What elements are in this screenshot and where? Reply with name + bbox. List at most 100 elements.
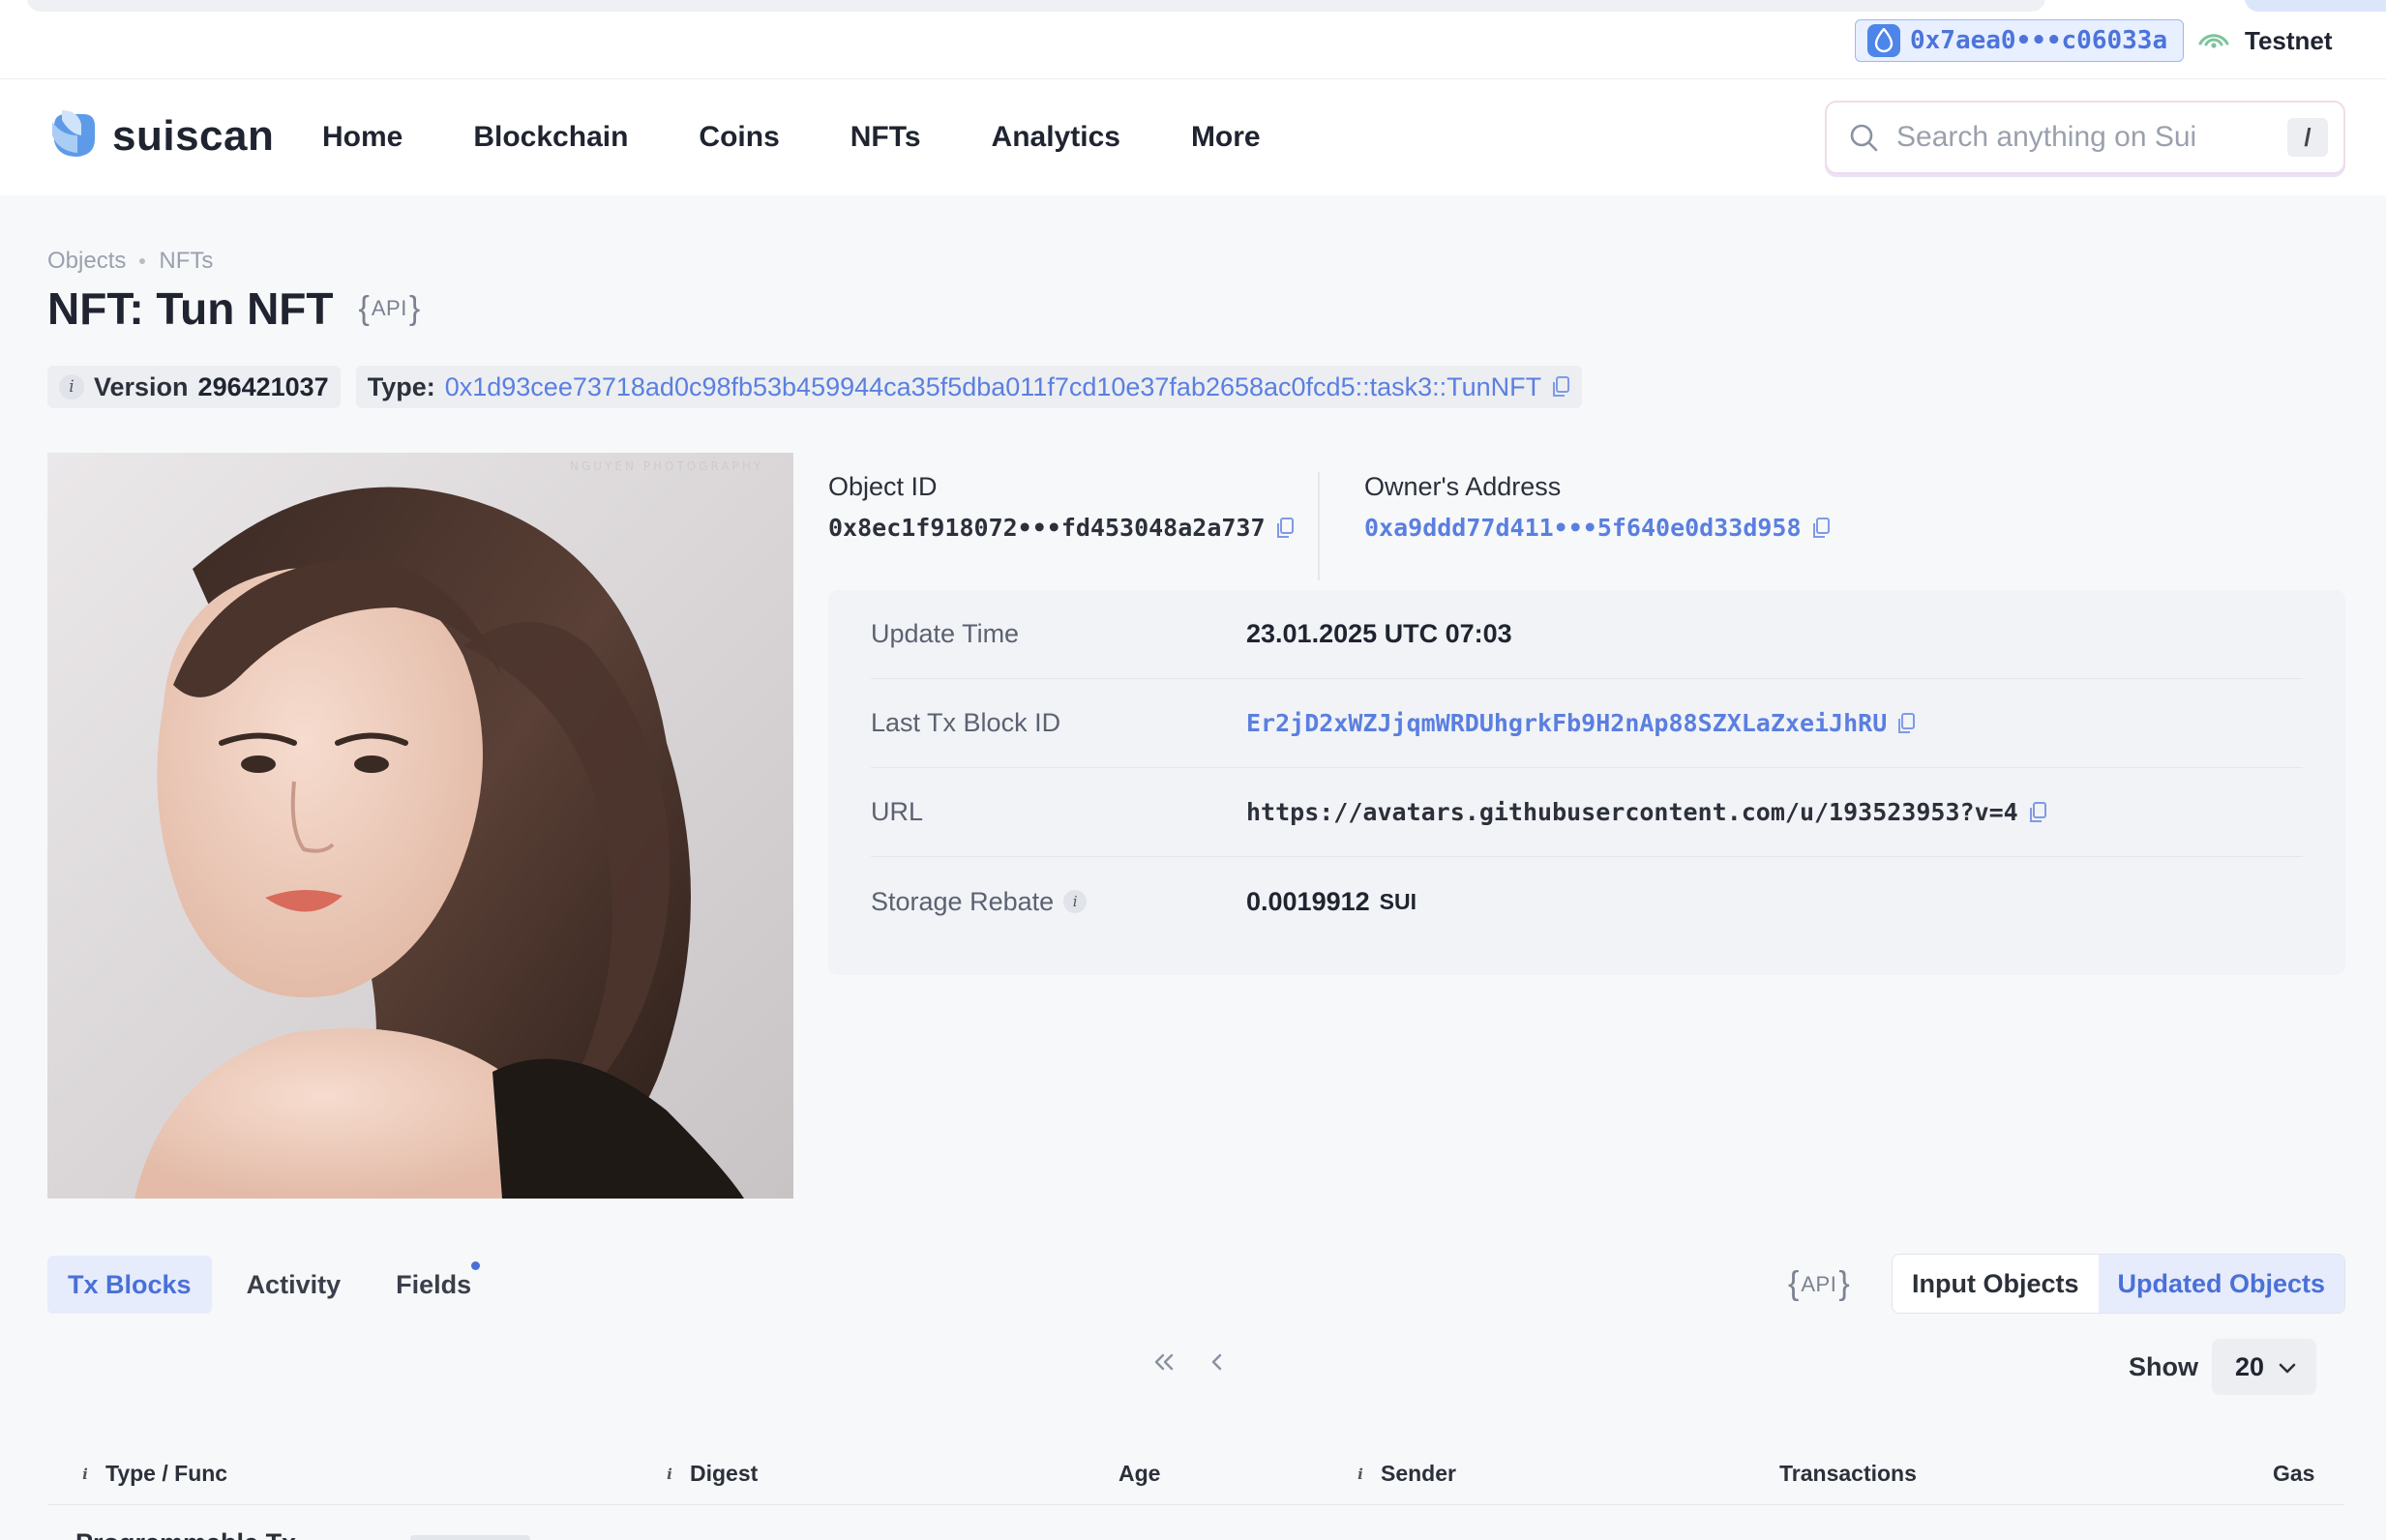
object-meta-chips: i Version 296421037 Type: 0x1d93cee73718… xyxy=(47,366,1583,408)
nft-image: NGUYEN PHOTOGRAPHY xyxy=(47,453,793,1199)
type-label: Type: xyxy=(367,371,435,401)
update-time-value: 23.01.2025 UTC 07:03 xyxy=(1246,619,1512,648)
table-row-type: Programmable Tx xyxy=(75,1528,296,1540)
copy-icon[interactable] xyxy=(1551,375,1570,399)
show-label: Show xyxy=(2129,1351,2198,1381)
title-row: NFT: Tun NFT { API } xyxy=(47,282,420,335)
top-strip: 0x7aea0•••c06033a Testnet xyxy=(0,0,2386,79)
tab-activity[interactable]: Activity xyxy=(226,1256,362,1314)
last-tx-label: Last Tx Block ID xyxy=(871,708,1061,737)
svg-text:NGUYEN PHOTOGRAPHY: NGUYEN PHOTOGRAPHY xyxy=(570,459,763,473)
object-id-value: 0x8ec1f918072•••fd453048a2a737 xyxy=(828,514,1266,542)
object-id-label: Object ID xyxy=(828,472,938,501)
th-age: Age xyxy=(1118,1461,1161,1486)
url-label: URL xyxy=(871,797,924,826)
nav-analytics[interactable]: Analytics xyxy=(992,121,1120,154)
object-id-value-row: 0x8ec1f918072•••fd453048a2a737 xyxy=(828,514,1295,542)
version-chip: i Version 296421037 xyxy=(47,366,341,408)
prev-page-icon[interactable] xyxy=(1209,1349,1225,1380)
api-link[interactable]: { API } xyxy=(1788,1265,1850,1303)
suiscan-logo[interactable]: suiscan xyxy=(48,106,274,165)
th-sender-label: Sender xyxy=(1381,1461,1456,1486)
notification-dot xyxy=(471,1261,481,1270)
chevron-down-icon xyxy=(2278,1352,2297,1382)
info-icon[interactable]: i xyxy=(59,374,84,400)
th-transactions: Transactions xyxy=(1779,1461,1917,1486)
url-value[interactable]: https://avatars.githubusercontent.com/u/… xyxy=(1246,798,2018,826)
th-gas: Gas xyxy=(2273,1461,2315,1486)
top-right-button-edge[interactable] xyxy=(2245,0,2386,12)
copy-icon[interactable] xyxy=(1811,517,1831,540)
info-icon[interactable]: i xyxy=(75,1464,96,1485)
nav-blockchain[interactable]: Blockchain xyxy=(473,121,628,154)
tabs: Tx Blocks Activity Fields xyxy=(47,1256,506,1314)
api-link[interactable]: { API } xyxy=(359,290,421,328)
info-icon[interactable]: i xyxy=(659,1464,680,1485)
detail-row-update-time: Update Time 23.01.2025 UTC 07:03 xyxy=(871,590,2303,679)
brand-name: suiscan xyxy=(112,111,275,160)
nav-home[interactable]: Home xyxy=(322,121,403,154)
tab-fields-label: Fields xyxy=(396,1269,472,1299)
th-type-func-label: Type / Func xyxy=(105,1461,228,1486)
url-value-row: https://avatars.githubusercontent.com/u/… xyxy=(1246,798,2047,826)
nav-more[interactable]: More xyxy=(1191,121,1261,154)
suiscan-logo-icon xyxy=(48,106,101,165)
owner-address-block: Owner's Address 0xa9ddd77d411•••5f640e0d… xyxy=(1364,472,1831,542)
brace-open-icon: { xyxy=(1788,1265,1800,1302)
object-details-card: Update Time 23.01.2025 UTC 07:03 Last Tx… xyxy=(828,590,2345,975)
browser-bar xyxy=(27,0,2045,12)
table-header: i Type / Func i Digest Age i Sender Tran… xyxy=(47,1437,2344,1505)
storage-rebate-label: Storage Rebate xyxy=(871,886,1055,916)
divider xyxy=(1318,472,1320,580)
nav-coins[interactable]: Coins xyxy=(699,121,779,154)
search-icon xyxy=(1848,122,1879,153)
search-input[interactable]: Search anything on Sui / xyxy=(1825,101,2345,174)
network-label: Testnet xyxy=(2245,25,2333,55)
updated-objects-option[interactable]: Updated Objects xyxy=(2098,1255,2345,1313)
tab-tx-blocks[interactable]: Tx Blocks xyxy=(47,1256,212,1314)
wallet-address-button[interactable]: 0x7aea0•••c06033a xyxy=(1855,19,2185,62)
page-size-value: 20 xyxy=(2235,1351,2265,1381)
owner-address-label: Owner's Address xyxy=(1364,472,1562,501)
type-chip: Type: 0x1d93cee73718ad0c98fb53b459944ca3… xyxy=(355,366,1583,408)
first-page-icon[interactable] xyxy=(1151,1349,1177,1380)
update-time-label: Update Time xyxy=(871,619,1020,648)
breadcrumb-objects[interactable]: Objects xyxy=(47,248,126,275)
network-selector[interactable]: Testnet xyxy=(2196,19,2333,62)
storage-rebate-label-row: Storage Rebate i xyxy=(871,887,1246,917)
object-id-block: Object ID 0x8ec1f918072•••fd453048a2a737 xyxy=(828,472,1295,542)
objects-toggle: Input Objects Updated Objects xyxy=(1892,1254,2346,1314)
search-placeholder: Search anything on Sui xyxy=(1896,121,2197,153)
detail-row-url: URL https://avatars.githubusercontent.co… xyxy=(871,768,2303,857)
object-id-row: Object ID 0x8ec1f918072•••fd453048a2a737… xyxy=(828,472,2347,580)
api-label: API xyxy=(371,296,407,320)
th-sender: i Sender xyxy=(1350,1461,1456,1487)
page-size-select[interactable]: 20 xyxy=(2212,1339,2317,1395)
type-value-link[interactable]: 0x1d93cee73718ad0c98fb53b459944ca35f5dba… xyxy=(445,372,1541,402)
brace-open-icon: { xyxy=(358,289,370,327)
owner-address-value-row: 0xa9ddd77d411•••5f640e0d33d958 xyxy=(1364,514,1831,542)
th-digest-label: Digest xyxy=(690,1461,759,1486)
th-type-func: i Type / Func xyxy=(75,1461,227,1487)
info-icon[interactable]: i xyxy=(1063,890,1088,913)
last-tx-value-row: Er2jD2xWZJjqmWRDUhgrkFb9H2nAp88SZXLaZxei… xyxy=(1246,709,1916,737)
copy-icon[interactable] xyxy=(1896,712,1916,735)
storage-rebate-value-row: 0.0019912 SUI xyxy=(1246,887,1417,917)
network-signal-icon xyxy=(2196,26,2231,56)
breadcrumb-nfts[interactable]: NFTs xyxy=(159,248,213,275)
copy-icon[interactable] xyxy=(1275,517,1295,540)
last-tx-link[interactable]: Er2jD2xWZJjqmWRDUhgrkFb9H2nAp88SZXLaZxei… xyxy=(1246,709,1887,737)
tab-fields[interactable]: Fields xyxy=(375,1256,492,1314)
brace-close-icon: } xyxy=(408,289,421,327)
page-title: NFT: Tun NFT xyxy=(47,283,334,334)
owner-address-link[interactable]: 0xa9ddd77d411•••5f640e0d33d958 xyxy=(1364,514,1802,542)
detail-row-storage-rebate: Storage Rebate i 0.0019912 SUI xyxy=(871,857,2303,946)
nav-nfts[interactable]: NFTs xyxy=(850,121,921,154)
wallet-address: 0x7aea0•••c06033a xyxy=(1910,26,2168,55)
copy-icon[interactable] xyxy=(2028,801,2047,824)
info-icon[interactable]: i xyxy=(1350,1464,1371,1485)
version-value: 296421037 xyxy=(197,371,329,401)
main-content: Objects NFTs NFT: Tun NFT { API } i Vers… xyxy=(0,195,2386,1540)
input-objects-option[interactable]: Input Objects xyxy=(1893,1255,2099,1313)
breadcrumb: Objects NFTs xyxy=(47,248,213,275)
